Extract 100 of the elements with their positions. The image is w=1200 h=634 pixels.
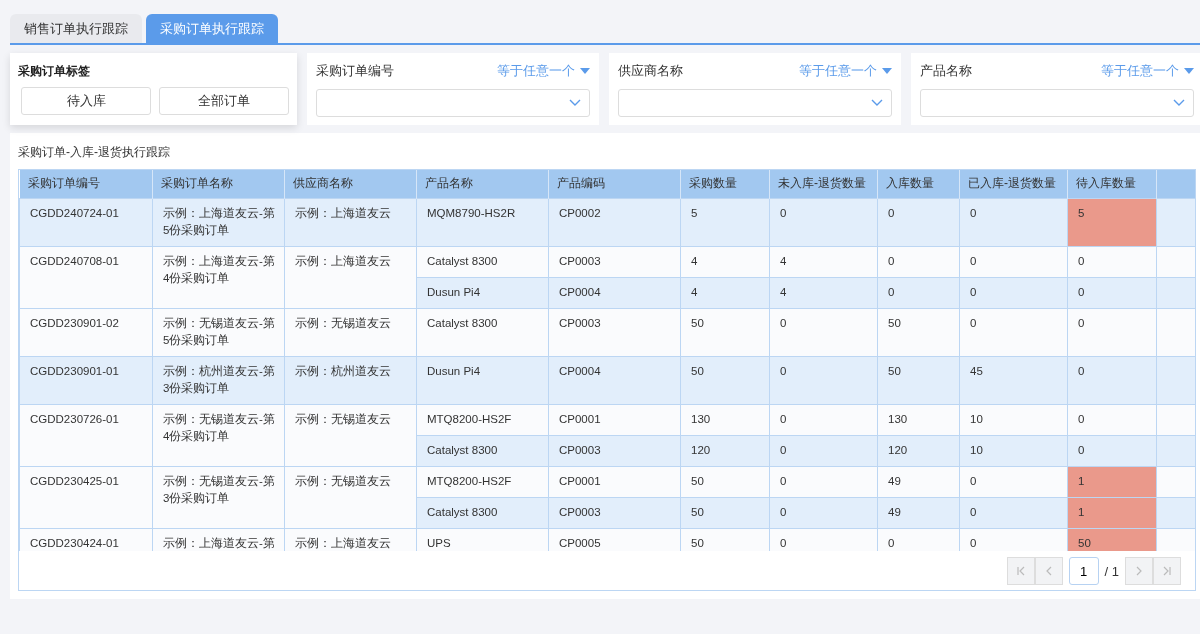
table-cell: 示例：杭州道友云-第3份采购订单 — [163, 364, 275, 394]
table-cell: 130 — [888, 412, 908, 425]
table-cell: 示例：上海道友云 — [295, 536, 391, 549]
chevron-down-icon — [1173, 99, 1185, 107]
table-cell: 0 — [970, 505, 977, 518]
table-cell: 50 — [691, 364, 704, 377]
table-cell: 0 — [780, 443, 787, 456]
column-header: 产品编码 — [548, 170, 681, 198]
column-header: 采购订单名称 — [152, 170, 285, 198]
table-cell: 4 — [691, 285, 698, 298]
select-field[interactable] — [920, 89, 1194, 117]
table-cell: CP0004 — [559, 364, 601, 377]
table-cell: 0 — [1067, 277, 1157, 308]
tag-button[interactable]: 全部订单 — [159, 87, 289, 115]
column-header: 采购订单编号 — [19, 170, 153, 198]
table-cell: 0 — [888, 206, 895, 219]
table-cell: 1 — [1067, 497, 1157, 528]
column-header: 已入库-退货数量 — [959, 170, 1068, 198]
table-cell: 10 — [970, 412, 983, 425]
select-field[interactable] — [316, 89, 590, 117]
caret-down-icon — [1184, 68, 1194, 74]
caret-down-icon — [882, 68, 892, 74]
chevron-down-icon — [871, 99, 883, 107]
table-cell: 0 — [780, 364, 787, 377]
select-field[interactable] — [618, 89, 892, 117]
table-cell: 示例：无锡道友云 — [295, 412, 391, 425]
table-cell: 0 — [970, 206, 977, 219]
table-cell: CGDD230726-01 — [30, 412, 119, 425]
column-header: 未入库-退货数量 — [769, 170, 878, 198]
table-cell: 5 — [1067, 198, 1157, 246]
table-cell: 0 — [1067, 356, 1157, 404]
table-cell: Dusun Pi4 — [427, 364, 481, 377]
table-cell: 10 — [970, 443, 983, 456]
caret-down-icon — [580, 68, 590, 74]
table-cell: CGDD240708-01 — [30, 254, 119, 267]
column-header: 供应商名称 — [284, 170, 417, 198]
page-total: / 1 — [1104, 563, 1119, 579]
table-cell: Catalyst 8300 — [427, 443, 498, 456]
table-cell: CP0003 — [559, 254, 601, 267]
last-page-icon — [1162, 566, 1172, 576]
table-cell: CP0001 — [559, 474, 601, 487]
table-cell: 49 — [888, 505, 901, 518]
table-cell: Catalyst 8300 — [427, 316, 498, 329]
table-cell: 示例：上海道友云 — [295, 206, 391, 219]
table-cell: 示例：无锡道友云 — [295, 316, 391, 329]
table-cell: 50 — [691, 474, 704, 487]
table-cell: Catalyst 8300 — [427, 254, 498, 267]
table-cell: 50 — [888, 364, 901, 377]
table-cell: 0 — [780, 536, 787, 549]
table-cell: MQM8790-HS2R — [427, 206, 516, 219]
table-cell: UPS — [427, 536, 451, 549]
table-cell: 示例：杭州道友云 — [295, 364, 391, 377]
table-cell: CP0003 — [559, 443, 601, 456]
table-cell: CGDD230425-01 — [30, 474, 119, 487]
table-cell: CP0005 — [559, 536, 601, 549]
table-cell: 示例：上海道友云-第4份采购订单 — [163, 254, 275, 284]
table-cell: Dusun Pi4 — [427, 285, 481, 298]
table-cell: 示例：上海道友云-第5份采购订单 — [163, 206, 275, 236]
filter-label: 产品名称 — [920, 62, 972, 80]
table-cell: 0 — [970, 474, 977, 487]
table-cell: 0 — [780, 412, 787, 425]
table-cell: 0 — [888, 536, 895, 549]
table-cell: 50 — [888, 316, 901, 329]
table-cell: 0 — [1067, 404, 1157, 435]
table-cell: 示例：无锡道友云 — [295, 474, 391, 487]
table-cell: 0 — [1067, 435, 1157, 466]
chevron-right-icon — [1134, 566, 1144, 576]
tab[interactable]: 销售订单执行跟踪 — [10, 14, 142, 43]
table-cell: 示例：上海道友云 — [295, 254, 391, 267]
first-page-icon — [1015, 566, 1026, 576]
table-cell: 49 — [888, 474, 901, 487]
table-cell: 0 — [780, 206, 787, 219]
table-cell: CP0003 — [559, 316, 601, 329]
table-cell: 5 — [691, 206, 698, 219]
table-cell: 50 — [691, 536, 704, 549]
filter-label: 采购订单标签 — [18, 63, 91, 80]
table-cell: 50 — [691, 316, 704, 329]
table-cell: 0 — [780, 505, 787, 518]
table-cell: 示例：无锡道友云-第5份采购订单 — [163, 316, 275, 346]
filter-label: 供应商名称 — [618, 62, 683, 80]
table-cell: CGDD240724-01 — [30, 206, 119, 219]
table-cell: CP0004 — [559, 285, 601, 298]
column-header: 产品名称 — [416, 170, 549, 198]
table-cell: 45 — [970, 364, 983, 377]
table-cell: 0 — [970, 285, 977, 298]
table-cell: CGDD230424-01 — [30, 536, 119, 549]
table-cell: 0 — [888, 285, 895, 298]
table-cell: CP0003 — [559, 505, 601, 518]
table-cell: 0 — [970, 254, 977, 267]
table-title: 采购订单-入库-退货执行跟踪 — [18, 144, 171, 161]
table-cell: 4 — [780, 285, 787, 298]
table-cell: 1 — [1067, 466, 1157, 497]
tag-button[interactable]: 待入库 — [21, 87, 151, 115]
table-cell: 0 — [1067, 246, 1157, 277]
column-header: 入库数量 — [877, 170, 960, 198]
table-cell: 130 — [691, 412, 711, 425]
table-cell: 示例：上海道友云-第 — [163, 536, 275, 549]
table-cell: CGDD230901-02 — [30, 316, 119, 329]
table-cell: 0 — [888, 254, 895, 267]
table-cell: 0 — [780, 474, 787, 487]
